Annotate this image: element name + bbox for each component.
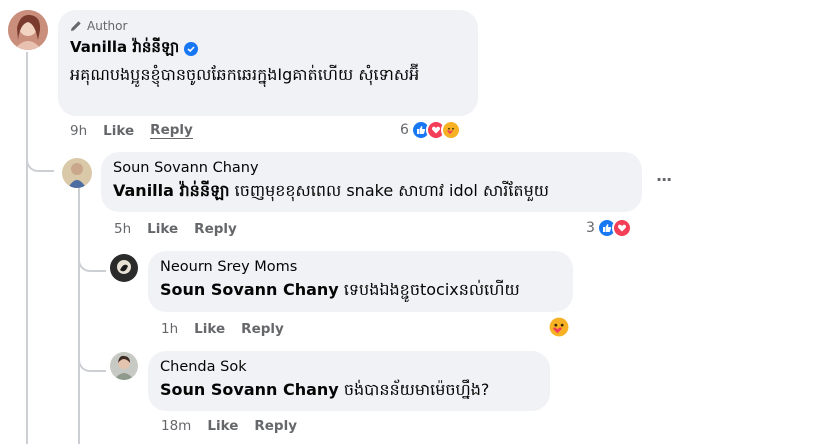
comment-bubble: Soun Sovann Chany Vanilla វ៉ាន់នីឡា ចេញម… bbox=[101, 152, 642, 212]
comment-author[interactable]: Vanilla វ៉ាន់នីឡា bbox=[70, 38, 179, 60]
comment-body: Soun Sovann Chany ទេបងឯងខ្ជូចtocixនល់ហើយ bbox=[160, 277, 561, 303]
verified-badge-icon bbox=[184, 42, 199, 56]
reaction-count: 3 bbox=[586, 220, 595, 236]
comment-text: ទេបងឯងខ្ជូចtocixនល់ហើយ bbox=[343, 280, 520, 299]
author-badge-label: Author bbox=[87, 19, 128, 33]
mention-link[interactable]: Soun Sovann Chany bbox=[160, 280, 339, 299]
comment-meta: 18m Like Reply bbox=[161, 418, 313, 434]
comment-text: អគុណបងប្អូនខ្ញុំបានចូលឆែកឆេរក្នុងIgគាត់ហ… bbox=[70, 65, 420, 84]
more-options-button[interactable]: ··· bbox=[656, 170, 672, 189]
comment-body: Soun Sovann Chany ចង់បានន័យមាម៉េចហ្នឹង? bbox=[160, 377, 538, 403]
avatar[interactable] bbox=[110, 352, 138, 380]
like-button[interactable]: Like bbox=[207, 418, 238, 434]
reaction-summary[interactable]: 6 bbox=[400, 120, 461, 140]
comment-meta: 9h Like Reply bbox=[70, 123, 209, 139]
avatar-image bbox=[8, 10, 48, 50]
thread-line-sub bbox=[78, 188, 80, 444]
comment-bubble: Author Vanilla វ៉ាន់នីឡា អគុណបងប្អូនខ្ញុ… bbox=[58, 10, 478, 116]
reaction-count: 6 bbox=[400, 122, 409, 138]
comment-body: Vanilla វ៉ាន់នីឡា ចេញមុខខុសពេល snake សាហ… bbox=[113, 178, 630, 204]
comment-author[interactable]: Neourn Srey Moms bbox=[160, 259, 561, 275]
reply-button[interactable]: Reply bbox=[254, 418, 297, 434]
comment-time[interactable]: 1h bbox=[161, 321, 178, 337]
avatar[interactable] bbox=[62, 158, 92, 188]
care-icon bbox=[548, 316, 570, 338]
avatar[interactable] bbox=[8, 10, 48, 50]
reply-button[interactable]: Reply bbox=[194, 221, 237, 237]
reaction-summary[interactable]: 3 bbox=[586, 218, 632, 238]
thread-curve-1 bbox=[26, 148, 54, 172]
comment-text: ចង់បានន័យមាម៉េចហ្នឹង? bbox=[343, 380, 490, 399]
care-icon bbox=[440, 120, 461, 140]
reply-button[interactable]: Reply bbox=[241, 321, 284, 337]
mention-link[interactable]: Vanilla វ៉ាន់នីឡា bbox=[113, 181, 230, 200]
comment-time[interactable]: 5h bbox=[114, 221, 131, 237]
reaction-summary[interactable] bbox=[548, 316, 570, 338]
like-button[interactable]: Like bbox=[103, 123, 134, 139]
reply-button[interactable]: Reply bbox=[150, 123, 193, 139]
avatar-image bbox=[110, 254, 138, 282]
thread-curve-3 bbox=[78, 352, 106, 372]
comment-time[interactable]: 18m bbox=[161, 418, 191, 434]
avatar-image bbox=[110, 352, 138, 380]
like-button[interactable]: Like bbox=[194, 321, 225, 337]
like-button[interactable]: Like bbox=[147, 221, 178, 237]
avatar-image bbox=[62, 158, 92, 188]
comment-author[interactable]: Chenda Sok bbox=[160, 359, 538, 375]
love-icon bbox=[611, 218, 632, 238]
comment-text: ចេញមុខខុសពេល snake សាហាវ idol សារីតែមួយ bbox=[234, 181, 549, 200]
mention-link[interactable]: Soun Sovann Chany bbox=[160, 380, 339, 399]
comment-author[interactable]: Soun Sovann Chany bbox=[113, 160, 630, 176]
thread-line-main bbox=[26, 52, 28, 444]
comment-meta: 5h Like Reply bbox=[114, 221, 253, 237]
author-badge: Author bbox=[70, 18, 466, 34]
comment-time[interactable]: 9h bbox=[70, 123, 87, 139]
thread-curve-2 bbox=[78, 248, 106, 272]
comment-bubble: Neourn Srey Moms Soun Sovann Chany ទេបងឯ… bbox=[148, 251, 573, 312]
avatar[interactable] bbox=[110, 254, 138, 282]
comment-meta: 1h Like Reply bbox=[161, 321, 300, 337]
pencil-icon bbox=[70, 20, 82, 32]
comment-bubble: Chenda Sok Soun Sovann Chany ចង់បានន័យមា… bbox=[148, 351, 550, 411]
